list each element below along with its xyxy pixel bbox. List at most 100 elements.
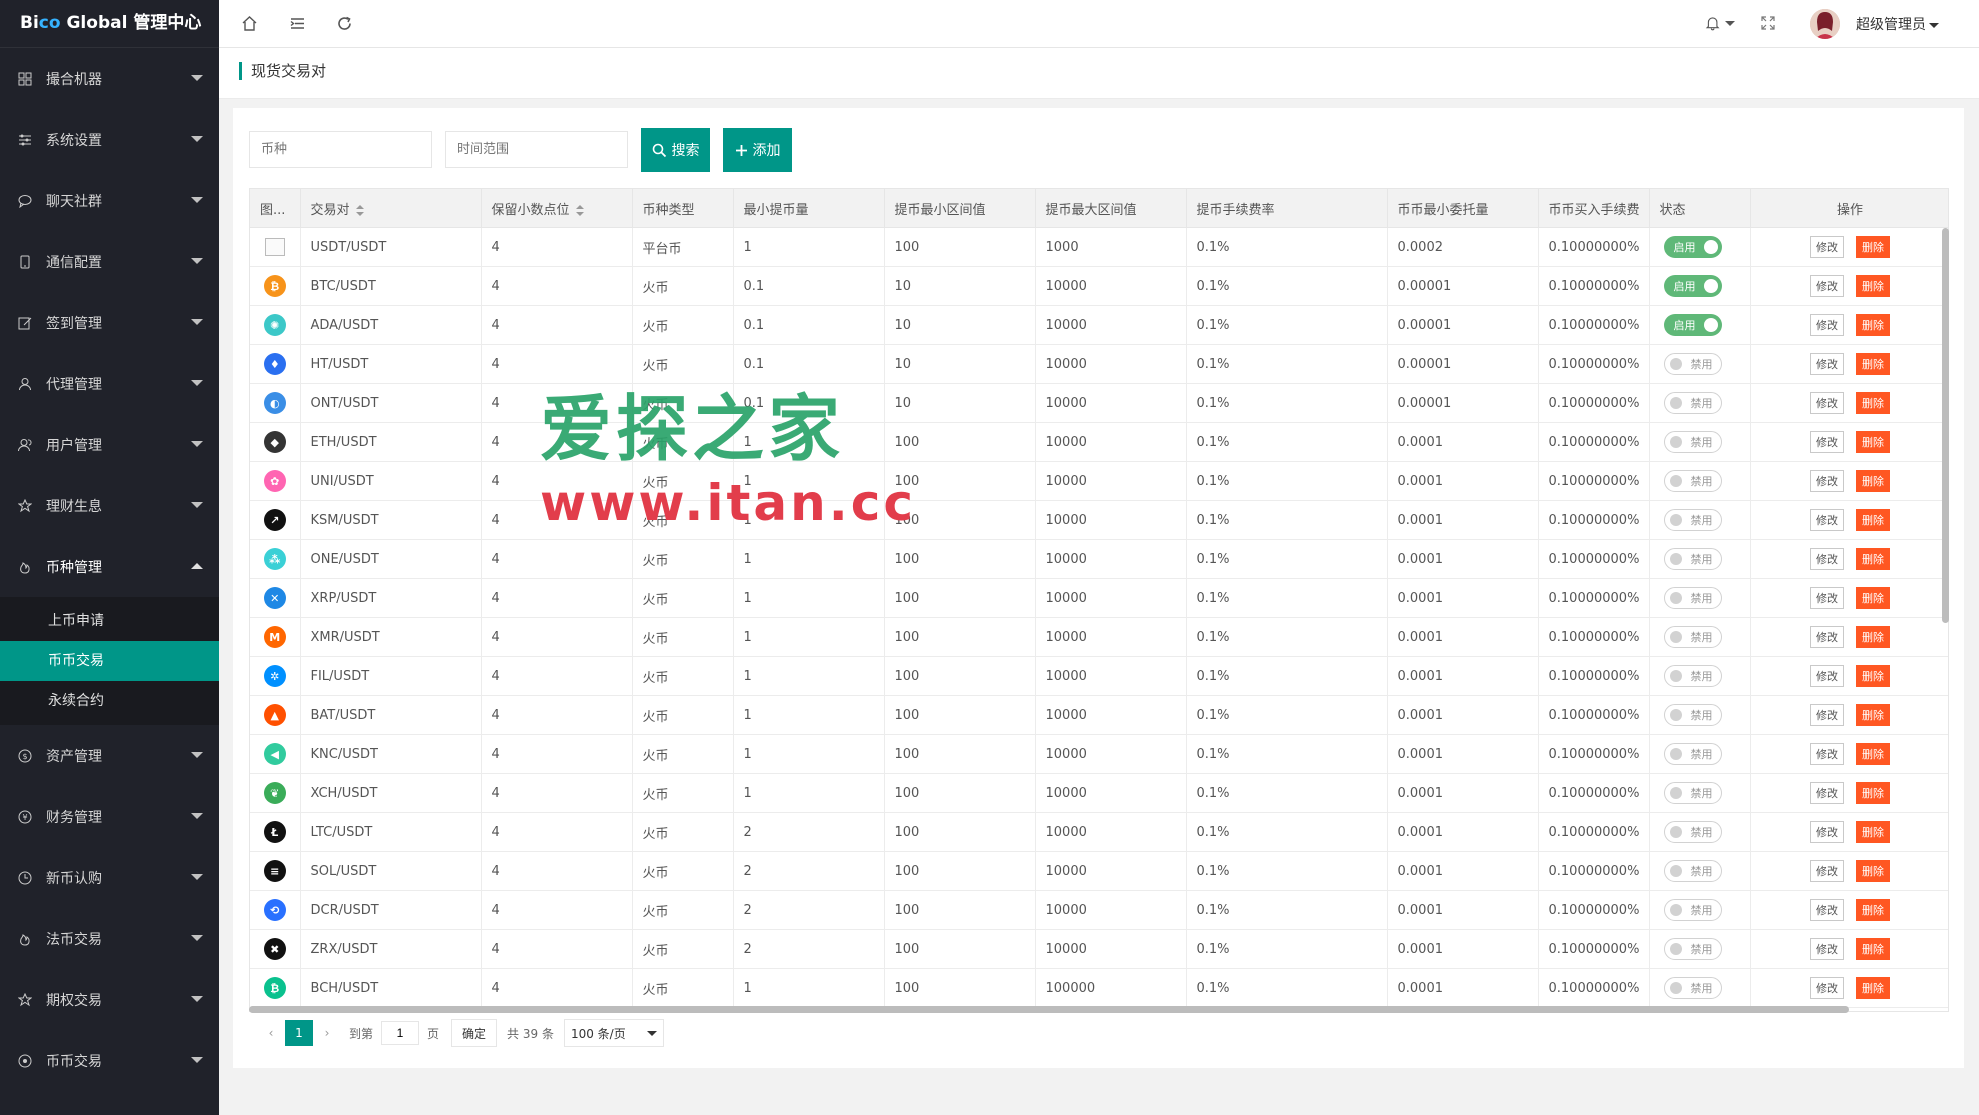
status-toggle[interactable]: 启用	[1663, 275, 1722, 297]
edit-button[interactable]: 修改	[1810, 353, 1844, 375]
delete-button[interactable]: 删除	[1856, 665, 1890, 687]
edit-button[interactable]: 修改	[1810, 587, 1844, 609]
menu-collapse-icon[interactable]	[288, 14, 306, 32]
delete-button[interactable]: 删除	[1856, 470, 1890, 492]
sidebar-subitem-spot-trading[interactable]: 币币交易	[0, 641, 219, 681]
delete-button[interactable]: 删除	[1856, 353, 1890, 375]
edit-button[interactable]: 修改	[1810, 782, 1844, 804]
status-toggle[interactable]: 禁用	[1663, 353, 1722, 375]
status-toggle[interactable]: 禁用	[1663, 392, 1722, 414]
edit-button[interactable]: 修改	[1810, 665, 1844, 687]
edit-button[interactable]: 修改	[1810, 977, 1844, 999]
table-vertical-scrollbar[interactable]	[1942, 228, 1949, 623]
sidebar-subitem-perpetual[interactable]: 永续合约	[0, 681, 219, 721]
sidebar-item-9[interactable]: 币种管理	[0, 536, 219, 597]
delete-button[interactable]: 删除	[1856, 743, 1890, 765]
status-toggle[interactable]: 禁用	[1663, 665, 1722, 687]
edit-button[interactable]: 修改	[1810, 821, 1844, 843]
status-toggle[interactable]: 禁用	[1663, 782, 1722, 804]
delete-button[interactable]: 删除	[1856, 938, 1890, 960]
status-toggle[interactable]: 禁用	[1663, 626, 1722, 648]
delete-button[interactable]: 删除	[1856, 587, 1890, 609]
edit-button[interactable]: 修改	[1810, 899, 1844, 921]
time-range-input[interactable]	[445, 131, 628, 168]
delete-button[interactable]: 删除	[1856, 977, 1890, 999]
edit-button[interactable]: 修改	[1810, 704, 1844, 726]
edit-button[interactable]: 修改	[1810, 626, 1844, 648]
sidebar-item-4[interactable]: 通信配置	[0, 231, 219, 292]
status-toggle[interactable]: 启用	[1663, 314, 1722, 336]
status-toggle[interactable]: 启用	[1663, 236, 1722, 258]
status-toggle[interactable]: 禁用	[1663, 704, 1722, 726]
search-button[interactable]: 搜索	[641, 128, 710, 172]
table-horizontal-scrollbar[interactable]	[249, 1006, 1849, 1013]
sidebar-item-6-lower[interactable]: 币币交易	[0, 1030, 219, 1091]
sidebar-item-5[interactable]: 签到管理	[0, 292, 219, 353]
goto-page-input[interactable]	[381, 1021, 420, 1045]
status-toggle[interactable]: 禁用	[1663, 899, 1722, 921]
status-toggle[interactable]: 禁用	[1663, 938, 1722, 960]
sort-icon[interactable]	[575, 204, 584, 216]
edit-button[interactable]: 修改	[1810, 392, 1844, 414]
delete-button[interactable]: 删除	[1856, 314, 1890, 336]
sidebar-item-4-lower[interactable]: 法币交易	[0, 908, 219, 969]
sidebar-item-3-lower[interactable]: 新币认购	[0, 847, 219, 908]
page-current[interactable]: 1	[285, 1020, 313, 1046]
sidebar-item-6[interactable]: 代理管理	[0, 353, 219, 414]
sidebar-item-5-lower[interactable]: 期权交易	[0, 969, 219, 1030]
status-toggle[interactable]: 禁用	[1663, 431, 1722, 453]
coin-filter-input[interactable]	[249, 131, 432, 168]
delete-button[interactable]: 删除	[1856, 275, 1890, 297]
delete-button[interactable]: 删除	[1856, 782, 1890, 804]
sidebar-item-1-lower[interactable]: $ 资产管理	[0, 725, 219, 786]
edit-button[interactable]: 修改	[1810, 470, 1844, 492]
sidebar-item-3[interactable]: 聊天社群	[0, 170, 219, 231]
notification-bell-icon[interactable]	[1705, 14, 1735, 32]
sidebar-item-7[interactable]: 用户管理	[0, 414, 219, 475]
status-toggle[interactable]: 禁用	[1663, 977, 1722, 999]
edit-button[interactable]: 修改	[1810, 860, 1844, 882]
delete-button[interactable]: 删除	[1856, 548, 1890, 570]
edit-button[interactable]: 修改	[1810, 314, 1844, 336]
add-button[interactable]: 添加	[723, 128, 792, 172]
home-icon[interactable]	[240, 14, 258, 32]
user-avatar[interactable]	[1810, 9, 1840, 39]
sidebar-item-1[interactable]: 撮合机器	[0, 48, 219, 109]
admin-user-menu[interactable]: 超级管理员	[1856, 14, 1939, 34]
col-header-pair[interactable]: 交易对	[300, 189, 482, 228]
next-page-icon[interactable]: ›	[313, 1020, 341, 1046]
delete-button[interactable]: 删除	[1856, 431, 1890, 453]
sidebar-item-2[interactable]: 系统设置	[0, 109, 219, 170]
delete-button[interactable]: 删除	[1856, 392, 1890, 414]
delete-button[interactable]: 删除	[1856, 509, 1890, 531]
refresh-icon[interactable]	[335, 14, 353, 32]
edit-button[interactable]: 修改	[1810, 275, 1844, 297]
page-size-select[interactable]: 100 条/页	[563, 1019, 664, 1047]
app-logo[interactable]: Bico Global 管理中心	[0, 0, 219, 48]
delete-button[interactable]: 删除	[1856, 626, 1890, 648]
edit-button[interactable]: 修改	[1810, 509, 1844, 531]
status-toggle[interactable]: 禁用	[1663, 470, 1722, 492]
sidebar-item-8[interactable]: 理财生息	[0, 475, 219, 536]
sidebar-subitem-listing-apply[interactable]: 上币申请	[0, 601, 219, 641]
edit-button[interactable]: 修改	[1810, 548, 1844, 570]
delete-button[interactable]: 删除	[1856, 236, 1890, 258]
delete-button[interactable]: 删除	[1856, 704, 1890, 726]
status-toggle[interactable]: 禁用	[1663, 548, 1722, 570]
edit-button[interactable]: 修改	[1810, 938, 1844, 960]
status-toggle[interactable]: 禁用	[1663, 821, 1722, 843]
sidebar-item-2-lower[interactable]: ¥ 财务管理	[0, 786, 219, 847]
edit-button[interactable]: 修改	[1810, 236, 1844, 258]
goto-confirm-button[interactable]: 确定	[451, 1019, 498, 1047]
edit-button[interactable]: 修改	[1810, 743, 1844, 765]
col-header-decimals[interactable]: 保留小数点位	[481, 189, 633, 228]
status-toggle[interactable]: 禁用	[1663, 743, 1722, 765]
fullscreen-icon[interactable]	[1759, 14, 1777, 32]
sort-icon[interactable]	[355, 204, 364, 216]
status-toggle[interactable]: 禁用	[1663, 860, 1722, 882]
delete-button[interactable]: 删除	[1856, 860, 1890, 882]
delete-button[interactable]: 删除	[1856, 821, 1890, 843]
delete-button[interactable]: 删除	[1856, 899, 1890, 921]
prev-page-icon[interactable]: ‹	[257, 1020, 285, 1046]
edit-button[interactable]: 修改	[1810, 431, 1844, 453]
